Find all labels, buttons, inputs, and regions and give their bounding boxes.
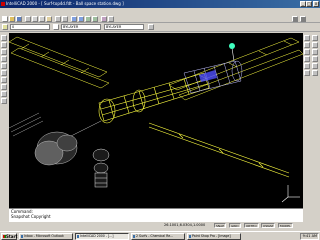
grid-toggle[interactable]: GRID [229, 223, 241, 228]
task-label: Paint Shop Pro - [Image] [192, 234, 231, 238]
status-bar: 26.1001,6.0304,1.0000 SNAP GRID ORTHO OS… [0, 222, 320, 229]
mirror-icon[interactable] [304, 42, 310, 48]
draw-toolbar [0, 33, 8, 208]
point-icon[interactable] [1, 98, 7, 104]
antenna-ball [229, 43, 235, 49]
cut-icon[interactable] [32, 16, 38, 22]
left-solar-array [9, 36, 110, 89]
new-icon[interactable] [2, 16, 8, 22]
trim-icon[interactable] [304, 63, 310, 69]
command-line[interactable]: Command: Snapshot Copyright [9, 208, 303, 222]
explode-icon[interactable] [312, 70, 318, 76]
properties-icon[interactable] [101, 16, 107, 22]
task-label: IntelliCAD 2000 - [...] [80, 234, 114, 238]
blue-highlight [199, 70, 217, 82]
color-icon[interactable] [53, 24, 59, 30]
pan-icon[interactable] [71, 16, 77, 22]
fillet-icon[interactable] [304, 70, 310, 76]
layer-combo[interactable]: 0 [10, 24, 50, 30]
layer-manager-icon[interactable] [2, 24, 8, 30]
task-intellicad[interactable]: IntelliCAD 2000 - [...] [75, 233, 129, 240]
model-toggle[interactable]: MODEL [278, 223, 293, 228]
antenna-mast [231, 47, 235, 62]
right-solar-array [168, 37, 303, 101]
linetype-combo[interactable]: BYLAYER [61, 24, 101, 30]
menu-bar: FileEditViewInsertFormatToolsDrawDimensi… [0, 8, 320, 24]
properties-toolbar: 0 BYLAYER BYLAYER [0, 23, 320, 32]
scale-icon[interactable] [312, 56, 318, 62]
lower-dock-stack [92, 148, 110, 188]
copy-object-icon[interactable] [312, 35, 318, 41]
outlook-icon [21, 235, 23, 238]
app-icon [1, 2, 5, 6]
osnap-toggle[interactable]: OSNAP [261, 223, 276, 228]
text-icon[interactable] [1, 91, 7, 97]
task-label: 2 Surfs - Chemical Re... [136, 234, 174, 238]
polygon-icon[interactable] [1, 70, 7, 76]
arc-icon[interactable] [1, 56, 7, 62]
coordinate-readout: 26.1001,6.0304,1.0000 [164, 223, 206, 227]
intellicad-window: IntelliCAD 2000 - [ Surf-top4d.fdt - Bal… [0, 0, 320, 240]
intellicad-icon [77, 235, 79, 238]
extend-icon[interactable] [312, 63, 318, 69]
line-icon[interactable] [1, 35, 7, 41]
rectangle-icon[interactable] [1, 63, 7, 69]
help-icon[interactable] [108, 16, 114, 22]
save-icon[interactable] [16, 16, 22, 22]
task-paintshop[interactable]: Paint Shop Pro - [Image] [187, 233, 241, 240]
command-history: Snapshot Copyright [11, 214, 51, 219]
toolbar-extra-icon[interactable] [292, 16, 298, 22]
ucs-icon [281, 185, 300, 203]
erase-icon[interactable] [304, 35, 310, 41]
task-surfs[interactable]: 2 Surfs - Chemical Re... [131, 233, 185, 240]
left-dock-module [34, 120, 102, 166]
undo-icon[interactable] [55, 16, 61, 22]
paintshop-icon [189, 235, 191, 238]
main-truss [98, 72, 210, 124]
circle-icon[interactable] [1, 49, 7, 55]
surfs-icon [133, 235, 135, 238]
task-outlook[interactable]: Inbox - Microsoft Outlook [19, 233, 73, 240]
zoom-extents-icon[interactable] [92, 16, 98, 22]
rotate-icon[interactable] [304, 56, 310, 62]
windows-taskbar: Start Inbox - Microsoft Outlook IntelliC… [0, 231, 320, 240]
print-icon[interactable] [25, 16, 31, 22]
start-button[interactable]: Start [1, 233, 17, 240]
modify-toolbar [303, 33, 320, 208]
offset-icon[interactable] [312, 42, 318, 48]
toolbar-extra-icon-2[interactable] [300, 16, 306, 22]
paste-icon[interactable] [46, 16, 52, 22]
zoom-icon[interactable] [78, 16, 84, 22]
start-label: Start [6, 234, 18, 239]
standard-toolbar [0, 15, 320, 23]
windows-logo-icon [3, 235, 6, 238]
close-button[interactable]: x [313, 1, 319, 7]
clock: 9:41 AM [302, 234, 317, 238]
redo-icon[interactable] [62, 16, 68, 22]
hatch-icon[interactable] [1, 84, 7, 90]
copy-icon[interactable] [39, 16, 45, 22]
space-station-drawing [9, 36, 303, 203]
task-label: Inbox - Microsoft Outlook [24, 234, 64, 238]
match-props-icon[interactable] [148, 24, 154, 30]
maximize-button[interactable]: □ [306, 1, 312, 7]
ellipse-icon[interactable] [1, 77, 7, 83]
drawing-viewport[interactable] [9, 33, 303, 208]
open-icon[interactable] [9, 16, 15, 22]
polyline-icon[interactable] [1, 42, 7, 48]
array-icon[interactable] [304, 49, 310, 55]
system-tray: 9:41 AM [300, 233, 319, 240]
snap-toggle[interactable]: SNAP [214, 223, 227, 228]
move-icon[interactable] [312, 49, 318, 55]
annotation-lines [9, 112, 44, 137]
window-title: IntelliCAD 2000 - [ Surf-top4d.fdt - Bal… [6, 1, 124, 6]
lower-solar-array [148, 122, 290, 178]
title-bar: IntelliCAD 2000 - [ Surf-top4d.fdt - Bal… [0, 0, 320, 8]
linestyle-combo[interactable]: BYLAYER [104, 24, 144, 30]
zoom-window-icon[interactable] [85, 16, 91, 22]
ortho-toggle[interactable]: ORTHO [244, 223, 259, 228]
